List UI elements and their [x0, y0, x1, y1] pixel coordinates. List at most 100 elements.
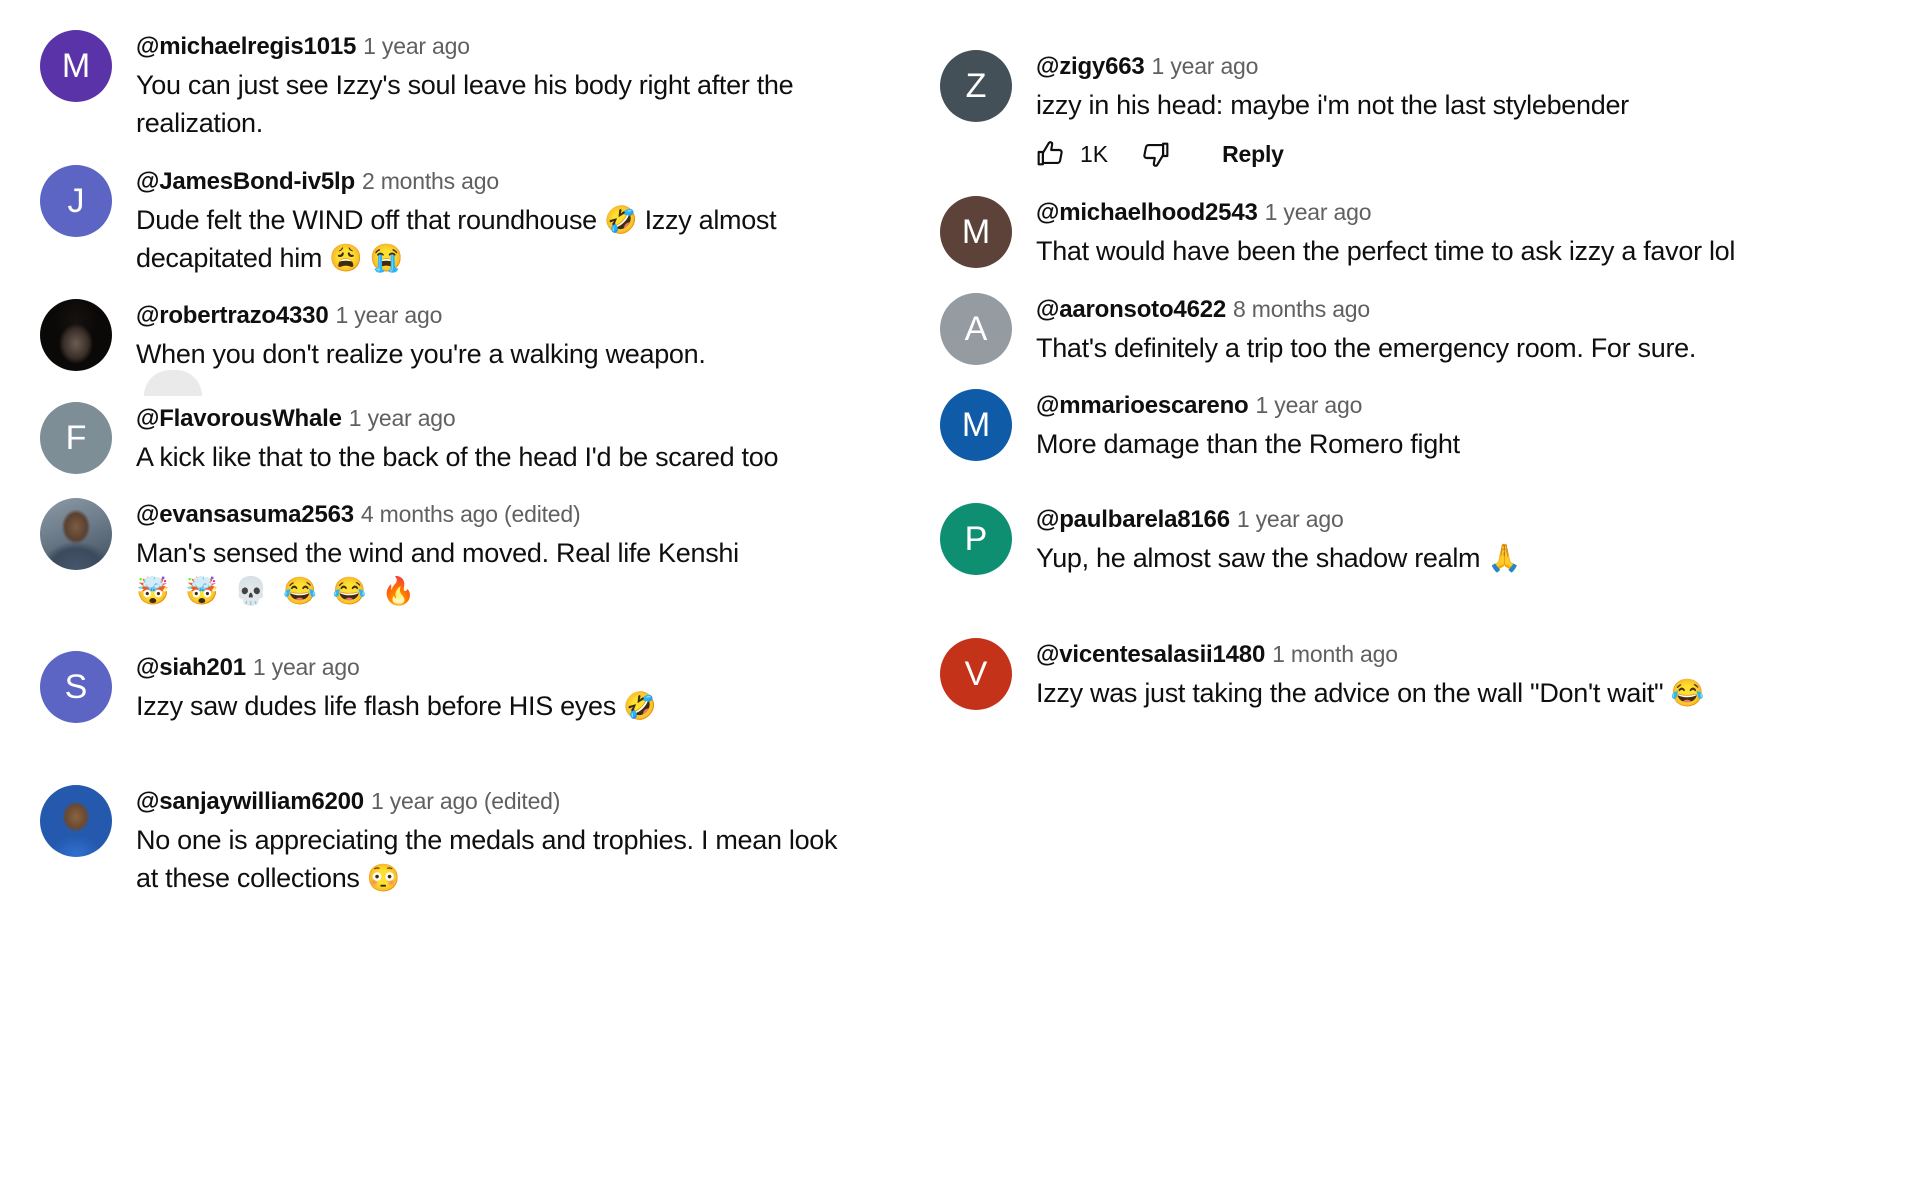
comment-timestamp[interactable]: 1 year ago (edited) [371, 788, 560, 814]
avatar[interactable]: E [40, 497, 112, 570]
comment-item: Z @zigy663 1 year ago izzy in his head: m… [940, 50, 1760, 174]
avatar-letter: Z [965, 67, 987, 105]
avatar[interactable]: M [940, 196, 1012, 269]
comment-item: M @michaelregis1015 1 year ago You can ju… [40, 30, 860, 143]
comment-body: @aaronsoto4622 8 months ago That's defini… [1036, 293, 1760, 367]
comment-timestamp[interactable]: 1 year ago [1265, 199, 1372, 225]
thumbs-up-icon [1036, 138, 1068, 170]
avatar[interactable]: M [940, 388, 1012, 461]
comment-item: F @FlavorousWhale 1 year ago A kick like … [40, 401, 860, 476]
comment-author[interactable]: @mmarioescareno [1036, 392, 1249, 419]
comment-body: @JamesBond-iv5lp 2 months ago Dude felt t… [136, 165, 860, 278]
comment-timestamp[interactable]: 1 year ago [1152, 53, 1259, 79]
comment-meta: @siah201 1 year ago [136, 653, 860, 683]
avatar[interactable]: R [40, 299, 112, 372]
comment-item: M @mmarioescareno 1 year ago More damage … [940, 388, 1760, 463]
comment-meta: @zigy663 1 year ago [1036, 52, 1760, 82]
comment-body: @sanjaywilliam6200 1 year ago (edited) No… [136, 785, 860, 898]
reply-button[interactable]: Reply [1222, 141, 1284, 168]
comment-timestamp[interactable]: 1 year ago [1256, 392, 1363, 418]
comment-author[interactable]: @evansasuma2563 [136, 501, 354, 528]
comment-meta: @sanjaywilliam6200 1 year ago (edited) [136, 787, 860, 817]
comment-meta: @robertrazo4330 1 year ago [136, 301, 860, 331]
comment-text: Dude felt the WIND off that roundhouse 🤣… [136, 204, 777, 273]
avatar[interactable]: J [40, 164, 112, 237]
avatar-letter: M [961, 213, 991, 252]
comment-text: A kick like that to the back of the head… [136, 441, 779, 472]
comment-body: @siah201 1 year ago Izzy saw dudes life f… [136, 651, 860, 725]
comments-column-left: M @michaelregis1015 1 year ago You can ju… [40, 30, 860, 1200]
comment-author[interactable]: @paulbarela8166 [1036, 506, 1230, 533]
comment-timestamp[interactable]: 1 year ago [335, 302, 442, 328]
comment-text: That's definitely a trip too the emergen… [1036, 332, 1697, 363]
comment-meta: @FlavorousWhale 1 year ago [136, 404, 860, 434]
avatar[interactable]: S [40, 650, 112, 723]
avatar[interactable]: S [40, 784, 112, 857]
comment-meta: @mmarioescareno 1 year ago [1036, 391, 1760, 421]
comment-author[interactable]: @vicentesalasii1480 [1036, 641, 1265, 668]
comment-body: @mmarioescareno 1 year ago More damage th… [1036, 389, 1760, 463]
comment-item: S @sanjaywilliam6200 1 year ago (edited) … [40, 784, 860, 898]
comment-timestamp[interactable]: 1 year ago [363, 33, 470, 59]
comment-meta: @aaronsoto4622 8 months ago [1036, 295, 1760, 325]
comment-item: S @siah201 1 year ago Izzy saw dudes life… [40, 650, 860, 725]
avatar[interactable]: A [940, 292, 1012, 365]
comment-author[interactable]: @siah201 [136, 654, 246, 681]
comment-text: More damage than the Romero fight [1036, 428, 1460, 459]
avatar[interactable]: V [940, 637, 1012, 710]
comment-body: @robertrazo4330 1 year ago When you don't… [136, 299, 860, 396]
comment-item: M @michaelhood2543 1 year ago That would … [940, 196, 1760, 270]
comment-timestamp[interactable]: 8 months ago [1233, 296, 1370, 322]
comment-text: Yup, he almost saw the shadow realm 🙏 [1036, 543, 1521, 574]
comment-author[interactable]: @JamesBond-iv5lp [136, 168, 355, 195]
avatar[interactable]: M [40, 30, 112, 102]
comment-item: P @paulbarela8166 1 year ago Yup, he almo… [940, 503, 1760, 577]
comment-body: @vicentesalasii1480 1 month ago Izzy was … [1036, 638, 1760, 712]
comment-text: Izzy was just taking the advice on the w… [1036, 677, 1704, 708]
comment-body: @evansasuma2563 4 months ago (edited) Man… [136, 498, 860, 611]
comment-item: E @evansasuma2563 4 months ago (edited) M… [40, 497, 860, 611]
avatar[interactable]: Z [940, 50, 1012, 122]
comment-timestamp[interactable]: 1 month ago [1272, 641, 1398, 667]
comment-body: @paulbarela8166 1 year ago Yup, he almost… [1036, 503, 1760, 577]
avatar[interactable]: F [40, 401, 112, 474]
comment-meta: @JamesBond-iv5lp 2 months ago [136, 167, 860, 197]
comment-timestamp[interactable]: 1 year ago [253, 654, 360, 680]
comment-author[interactable]: @aaronsoto4622 [1036, 296, 1226, 323]
avatar[interactable]: P [940, 503, 1012, 576]
comment-body: @FlavorousWhale 1 year ago A kick like th… [136, 402, 860, 476]
comment-author[interactable]: @FlavorousWhale [136, 405, 342, 432]
comment-author[interactable]: @michaelregis1015 [136, 33, 356, 60]
comment-author[interactable]: @robertrazo4330 [136, 302, 329, 329]
comment-timestamp[interactable]: 1 year ago [349, 405, 456, 431]
comment-timestamp[interactable]: 1 year ago [1237, 506, 1344, 532]
comment-author[interactable]: @michaelhood2543 [1036, 199, 1258, 226]
comment-author[interactable]: @zigy663 [1036, 53, 1145, 80]
like-button[interactable]: 1K [1036, 138, 1108, 170]
dislike-button[interactable] [1138, 138, 1170, 170]
like-count: 1K [1080, 140, 1109, 167]
avatar-letter: J [67, 181, 85, 220]
comments-page: M @michaelregis1015 1 year ago You can ju… [0, 0, 1920, 1200]
avatar-letter: S [64, 667, 88, 706]
comment-actions: 1K Reply [1036, 138, 1760, 170]
avatar-letter: F [65, 418, 87, 457]
comment-body: @michaelhood2543 1 year ago That would ha… [1036, 196, 1760, 270]
comment-text: Izzy saw dudes life flash before HIS eye… [136, 690, 657, 721]
comment-text: No one is appreciating the medals and tr… [136, 824, 838, 894]
avatar-letter: M [961, 405, 991, 444]
comment-author[interactable]: @sanjaywilliam6200 [136, 788, 364, 815]
avatar-letter: P [964, 520, 988, 559]
comment-timestamp[interactable]: 4 months ago (edited) [361, 501, 581, 527]
comment-meta: @michaelhood2543 1 year ago [1036, 198, 1760, 228]
comment-meta: @paulbarela8166 1 year ago [1036, 505, 1760, 535]
comment-item: A @aaronsoto4622 8 months ago That's defi… [940, 292, 1760, 367]
comment-timestamp[interactable]: 2 months ago [362, 168, 499, 194]
comment-text: That would have been the perfect time to… [1036, 236, 1736, 267]
